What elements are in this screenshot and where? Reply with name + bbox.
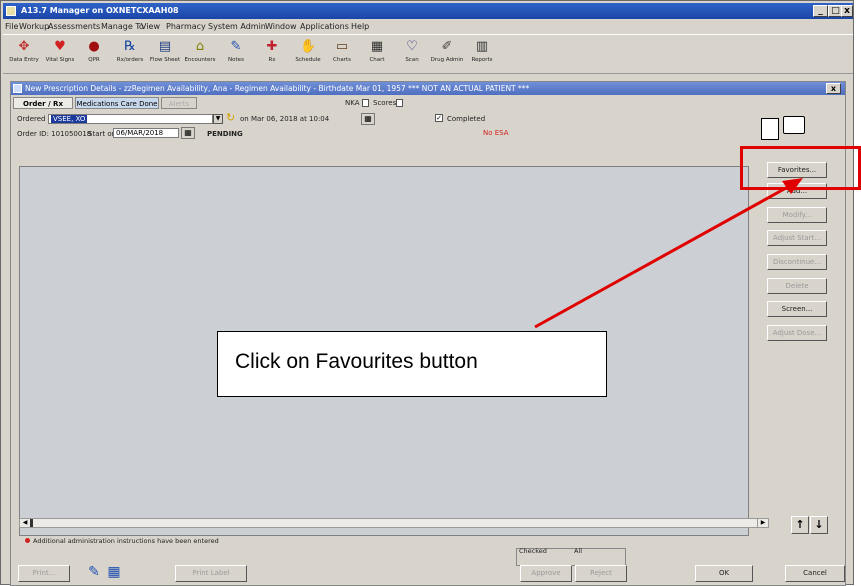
instruction-callout: Click on Favourites button (217, 331, 607, 397)
callout-text: Click on Favourites button (235, 350, 478, 373)
annotation-arrow (534, 178, 803, 329)
